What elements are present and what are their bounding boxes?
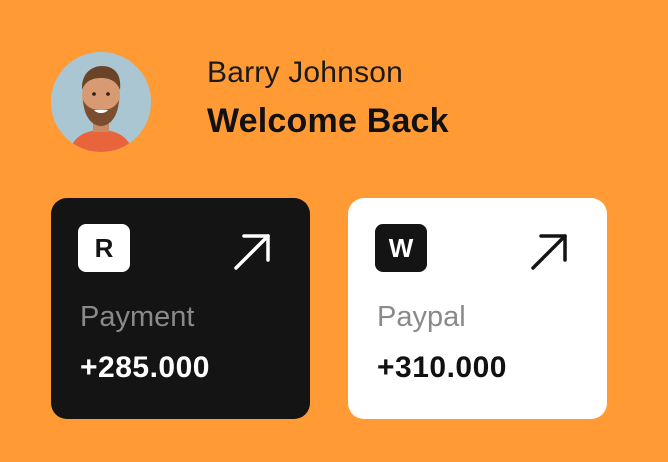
welcome-heading: Welcome Back	[207, 102, 449, 140]
payment-amount: +285.000	[80, 351, 210, 384]
arrow-up-right-icon[interactable]	[230, 228, 276, 274]
payment-label: Payment	[80, 301, 195, 333]
arrow-up-right-icon[interactable]	[527, 228, 573, 274]
paypal-amount: +310.000	[377, 351, 507, 384]
avatar[interactable]	[51, 52, 151, 152]
user-name: Barry Johnson	[207, 56, 404, 89]
payment-card[interactable]: R Payment +285.000	[51, 198, 310, 419]
profile-header: Barry Johnson Welcome Back	[51, 52, 611, 152]
avatar-photo	[51, 52, 151, 152]
payment-badge: R	[78, 224, 130, 272]
paypal-label: Paypal	[377, 301, 466, 333]
paypal-badge: W	[375, 224, 427, 272]
paypal-card[interactable]: W Paypal +310.000	[348, 198, 607, 419]
